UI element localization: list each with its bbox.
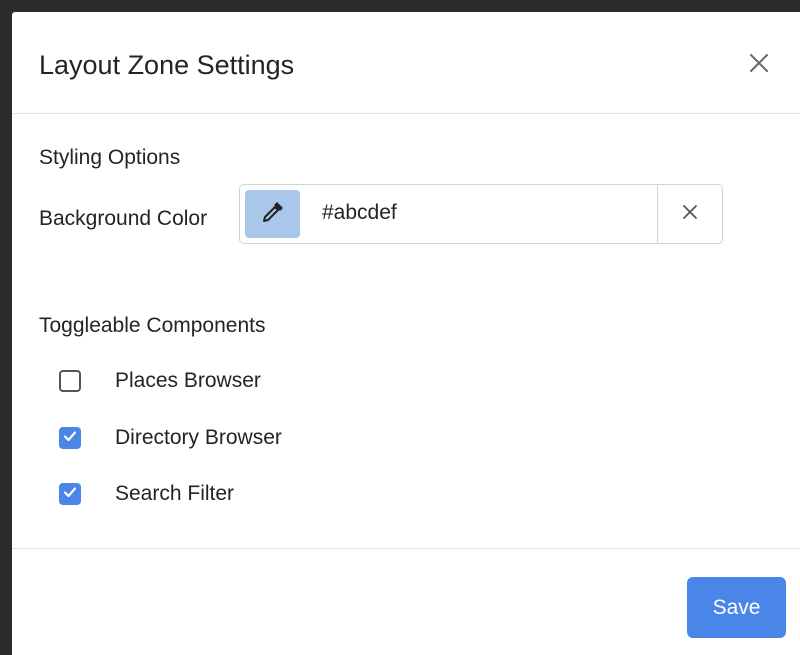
directory-browser-checkbox[interactable] xyxy=(59,427,81,449)
background-color-label: Background Color xyxy=(39,207,208,230)
background-color-input-group xyxy=(239,184,723,244)
check-icon xyxy=(62,428,78,449)
clear-color-button[interactable] xyxy=(657,185,722,243)
checkbox-label: Places Browser xyxy=(115,369,261,392)
search-filter-checkbox[interactable] xyxy=(59,483,81,505)
checkbox-label: Directory Browser xyxy=(115,426,282,449)
styling-options-heading: Styling Options xyxy=(39,146,181,169)
close-button[interactable] xyxy=(739,45,779,85)
background-color-field[interactable] xyxy=(306,186,656,240)
eyedropper-icon xyxy=(260,199,286,230)
dialog-header: Layout Zone Settings xyxy=(12,12,800,114)
places-browser-option[interactable]: Places Browser xyxy=(59,366,261,396)
close-icon xyxy=(749,53,769,78)
checkbox-label: Search Filter xyxy=(115,482,235,505)
directory-browser-option[interactable]: Directory Browser xyxy=(59,423,282,453)
toggleable-components-heading: Toggleable Components xyxy=(39,314,266,337)
places-browser-checkbox[interactable] xyxy=(59,370,81,392)
save-button[interactable]: Save xyxy=(687,577,786,638)
close-icon xyxy=(682,204,698,225)
dialog-footer xyxy=(12,548,800,655)
search-filter-option[interactable]: Search Filter xyxy=(59,479,234,509)
check-icon xyxy=(62,484,78,505)
color-picker-button[interactable] xyxy=(245,190,300,238)
layout-zone-settings-dialog: Layout Zone Settings Styling Options Bac… xyxy=(12,12,800,655)
dialog-title: Layout Zone Settings xyxy=(39,50,295,80)
